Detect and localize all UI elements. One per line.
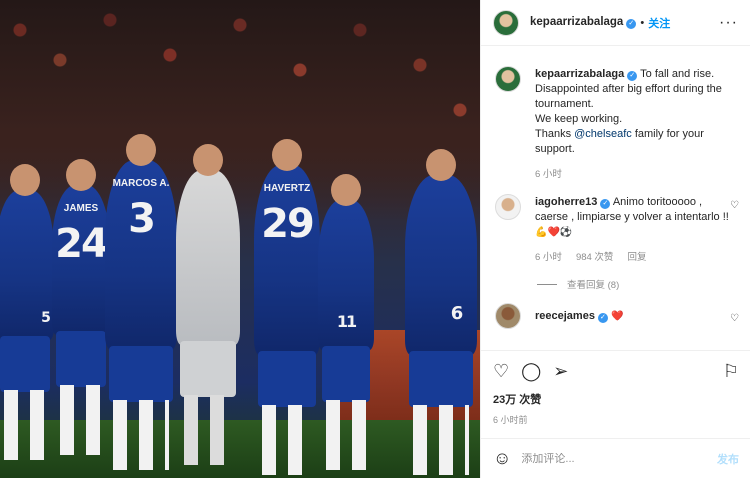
post-sidebar: kepaarrizabalaga ✓ • 关注 ··· kepaarrizabal… bbox=[480, 0, 750, 478]
comments-list[interactable]: kepaarrizabalaga ✓ To fall and rise. Disa… bbox=[481, 54, 750, 350]
mention-link[interactable]: @chelseafc bbox=[574, 128, 632, 140]
view-replies[interactable]: 查看回复 (8) bbox=[537, 277, 750, 291]
comment-username[interactable]: iagoherre13 bbox=[535, 196, 597, 208]
caption-username[interactable]: kepaarrizabalaga bbox=[535, 68, 624, 80]
player-number: 29 bbox=[261, 201, 315, 247]
post-header: kepaarrizabalaga ✓ • 关注 ··· bbox=[481, 0, 750, 46]
paper-plane-icon[interactable]: ➢ bbox=[553, 362, 568, 380]
avatar[interactable] bbox=[495, 66, 521, 92]
post-comment-button[interactable]: 发布 bbox=[717, 451, 739, 467]
avatar[interactable] bbox=[493, 9, 519, 36]
caption-time[interactable]: 6 小时 bbox=[535, 167, 562, 182]
comment-emojis: 💪❤️⚽ bbox=[535, 227, 573, 238]
caption: kepaarrizabalaga ✓ To fall and rise. Disa… bbox=[481, 54, 750, 182]
comment-like-heart-icon[interactable]: ♡ bbox=[730, 200, 739, 211]
verified-badge-icon: ✓ bbox=[597, 313, 608, 323]
player-figure: JAMES 24 bbox=[52, 159, 110, 455]
caption-text-3a: Thanks bbox=[535, 128, 575, 140]
player-figure: 5 bbox=[0, 164, 54, 460]
comment-item: reecejames ✓ ❤️ ♡ bbox=[481, 291, 750, 329]
comment-item: iagoherre13 ✓ Animo toritooooo , caerse ,… bbox=[481, 182, 750, 265]
player-figure: MARCOS A. 3 bbox=[105, 134, 177, 470]
separator-dot: • bbox=[640, 16, 645, 29]
player-figure: HAVERTZ 29 bbox=[254, 139, 320, 475]
avatar[interactable] bbox=[495, 303, 521, 329]
verified-badge-icon: ✓ bbox=[626, 19, 637, 29]
comment-like-heart-icon[interactable]: ♡ bbox=[730, 313, 739, 324]
comment-username[interactable]: reecejames bbox=[535, 310, 595, 322]
player-number: 3 bbox=[128, 196, 156, 242]
player-name: HAVERTZ bbox=[263, 183, 311, 194]
player-number: 24 bbox=[55, 221, 109, 267]
comment-likes[interactable]: 984 次赞 bbox=[576, 250, 614, 265]
player-figure: 6 bbox=[405, 149, 477, 475]
likes-count[interactable]: 23万 次赞 bbox=[493, 391, 739, 407]
verified-badge-icon: ✓ bbox=[600, 199, 611, 209]
player-number: 6 bbox=[450, 303, 464, 324]
goalkeeper-figure bbox=[176, 144, 240, 465]
post-actions: ♡ ◯ ➢ ⚐ 23万 次赞 6 小时前 bbox=[481, 350, 750, 438]
post-photo[interactable]: 5 JAMES 24 MARCOS A. 3 HAVERTZ 29 11 6 bbox=[0, 0, 480, 478]
caption-text-2: We keep working. bbox=[535, 113, 623, 125]
view-replies-label[interactable]: 查看回复 (8) bbox=[567, 277, 619, 291]
bookmark-icon[interactable]: ⚐ bbox=[723, 362, 739, 380]
header-username[interactable]: kepaarrizabalaga ✓ bbox=[530, 16, 637, 29]
post-time[interactable]: 6 小时前 bbox=[493, 413, 739, 426]
verified-badge-icon: ✓ bbox=[627, 71, 638, 81]
comment-time[interactable]: 6 小时 bbox=[535, 250, 562, 265]
reply-button[interactable]: 回复 bbox=[627, 250, 646, 265]
heart-outline-icon[interactable]: ♡ bbox=[493, 362, 509, 380]
comment-bubble-icon[interactable]: ◯ bbox=[521, 362, 541, 380]
avatar[interactable] bbox=[495, 194, 521, 220]
player-number: 11 bbox=[336, 312, 357, 331]
player-figure: 11 bbox=[318, 174, 374, 470]
more-options-icon[interactable]: ··· bbox=[719, 14, 738, 30]
replies-line bbox=[537, 283, 557, 285]
player-name: JAMES bbox=[63, 203, 99, 214]
player-name: MARCOS A. bbox=[112, 178, 170, 189]
comment-emojis: ❤️ bbox=[611, 311, 624, 322]
add-comment-bar: ☺ 发布 bbox=[481, 438, 750, 478]
add-comment-input[interactable] bbox=[521, 452, 717, 465]
smiley-icon[interactable]: ☺ bbox=[493, 448, 511, 469]
follow-button[interactable]: 关注 bbox=[648, 15, 670, 31]
